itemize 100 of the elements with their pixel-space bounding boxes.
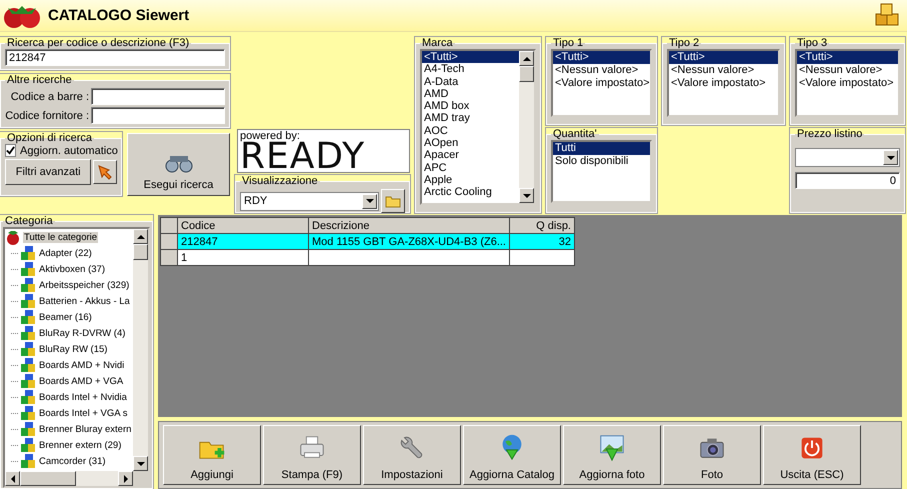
dropdown-arrow-icon xyxy=(366,199,374,203)
scrollbar[interactable] xyxy=(519,51,534,203)
left-arrow-icon xyxy=(10,474,14,482)
input-field[interactable] xyxy=(91,107,225,124)
list-item[interactable]: <Tutti> xyxy=(669,51,778,64)
field-label: Codice a barre : xyxy=(10,90,89,102)
column-header[interactable]: Codice xyxy=(178,218,308,234)
scroll-thumb[interactable] xyxy=(20,471,76,486)
tree-item[interactable]: Boards AMD + Nvidi xyxy=(38,360,126,370)
pointer-button[interactable] xyxy=(93,160,117,184)
list-item[interactable]: A-Data xyxy=(422,76,519,88)
group-label: Marca xyxy=(421,37,454,49)
tree-item[interactable]: Tutte le categorie xyxy=(23,232,98,242)
toolbar-button[interactable]: Impostazioni xyxy=(363,425,461,485)
scrollbar[interactable] xyxy=(133,229,148,471)
list-item[interactable]: Tutti xyxy=(553,142,650,155)
down-arrow-icon xyxy=(136,462,144,466)
table-cell: 32 xyxy=(510,234,574,250)
binoculars-icon xyxy=(162,153,194,173)
logo: READY xyxy=(240,142,366,172)
strawberry-icon xyxy=(6,229,20,245)
toolbar-button[interactable]: Aggiorna foto xyxy=(563,425,661,485)
list-item[interactable]: <Nessun valore> xyxy=(797,64,898,77)
toolbar-button[interactable]: Aggiungi xyxy=(163,425,261,485)
list-item[interactable]: Apacer xyxy=(422,149,519,162)
list-item[interactable]: AOpen xyxy=(422,137,519,150)
scroll-thumb[interactable] xyxy=(519,66,534,82)
tree-item[interactable]: BluRay R-DVRW (4) xyxy=(38,328,126,338)
checkbox-label: Aggiorn. automatico xyxy=(20,144,118,156)
folder-button[interactable] xyxy=(381,189,405,213)
table-cell: Mod 1155 GBT GA-Z68X-UD4-B3 (Z6... xyxy=(308,234,510,250)
tree-item[interactable]: Batterien - Akkus - La xyxy=(38,296,131,306)
list-item[interactable]: <Valore impostato> xyxy=(669,77,778,90)
blocks-icon xyxy=(20,277,36,293)
list-item[interactable]: A4-Tech xyxy=(422,63,519,76)
advanced-filters-button[interactable]: Filtri avanzati xyxy=(5,159,92,185)
tree-item[interactable]: Arbeitsspeicher (329) xyxy=(38,280,130,290)
tree-item[interactable]: Brenner Bluray extern xyxy=(38,424,132,434)
list-item[interactable]: <Tutti> xyxy=(553,51,650,64)
folder-icon xyxy=(385,194,401,208)
blocks-icon xyxy=(20,325,36,341)
tree-item[interactable]: Boards AMD + VGA xyxy=(38,376,124,386)
window-title: CATALOGO Siewert xyxy=(48,7,190,24)
row-header xyxy=(160,218,178,234)
group-label: Altre ricerche xyxy=(6,74,73,86)
group-label: Tipo 1 xyxy=(552,37,584,49)
toolbar-button[interactable]: Stampa (F9) xyxy=(263,425,361,485)
list-item[interactable]: <Valore impostato> xyxy=(553,77,650,90)
tree-item[interactable]: Boards Intel + Nvidia xyxy=(38,392,128,402)
tree-item[interactable]: BluRay RW (15) xyxy=(38,344,108,354)
field-label: Codice fornitore : xyxy=(5,110,89,122)
group-label: Ricerca per codice o descrizione (F3) xyxy=(6,37,190,49)
list-item[interactable]: Apple xyxy=(422,174,519,186)
tree-item[interactable]: Adapter (22) xyxy=(38,248,93,258)
list-item[interactable]: AMD box xyxy=(422,100,519,112)
toolbar-button[interactable]: Aggiorna Catalog xyxy=(463,425,561,485)
tree-item[interactable]: Brenner extern (29) xyxy=(38,440,122,450)
blocks-icon xyxy=(20,357,36,373)
scrollbar[interactable] xyxy=(5,471,148,486)
input-field[interactable] xyxy=(91,88,225,105)
price-dropdown[interactable] xyxy=(795,148,900,167)
group-label: Categoria xyxy=(4,215,54,227)
column-header[interactable]: Q disp. xyxy=(510,218,574,234)
list-item[interactable]: AMD xyxy=(422,88,519,100)
run-search-button[interactable]: Esegui ricerca xyxy=(127,133,230,196)
column-header[interactable]: Descrizione xyxy=(308,218,510,234)
blocks-icon xyxy=(20,245,36,261)
tree-item[interactable]: Boards Intel + VGA s xyxy=(38,408,128,418)
search-field[interactable]: 212847 xyxy=(5,49,225,66)
list-item[interactable]: APC xyxy=(422,162,519,174)
powered-by-caption: powered by: xyxy=(240,130,300,142)
list-item[interactable]: <Valore impostato> xyxy=(797,77,898,90)
list-item[interactable]: Solo disponibili xyxy=(553,155,650,168)
list-item[interactable]: <Nessun valore> xyxy=(669,64,778,77)
dropdown-arrow-icon xyxy=(886,156,894,160)
blocks-icon xyxy=(20,373,36,389)
row-header xyxy=(160,250,178,266)
blocks-icon xyxy=(20,405,36,421)
price-field[interactable]: 0 xyxy=(795,172,900,189)
tree-item[interactable]: Camcorder (31) xyxy=(38,456,107,466)
list-item[interactable]: AOC xyxy=(422,124,519,138)
list-item[interactable]: Arctic Cooling xyxy=(422,186,519,199)
tree-item[interactable]: Beamer (16) xyxy=(38,312,93,322)
view-dropdown[interactable]: RDY xyxy=(240,192,379,210)
list-item[interactable]: AMD tray xyxy=(422,112,519,125)
list-item[interactable]: <Tutti> xyxy=(797,51,898,64)
group-label: Prezzo listino xyxy=(796,128,864,140)
group-label: Tipo 2 xyxy=(668,37,700,49)
blocks-icon xyxy=(20,261,36,277)
blocks-icon xyxy=(20,389,36,405)
tree-item[interactable]: Aktivboxen (37) xyxy=(38,264,106,274)
toolbar-button[interactable]: Foto xyxy=(663,425,761,485)
scroll-thumb[interactable] xyxy=(133,244,148,260)
toolbar-button[interactable]: Uscita (ESC) xyxy=(763,425,861,485)
table-cell: 212847 xyxy=(178,234,308,250)
list-item[interactable]: <Tutti> xyxy=(422,51,519,64)
table-cell xyxy=(510,250,574,266)
checkbox[interactable] xyxy=(5,144,16,157)
list-item[interactable]: <Nessun valore> xyxy=(553,64,650,77)
blocks-icon xyxy=(20,421,36,437)
